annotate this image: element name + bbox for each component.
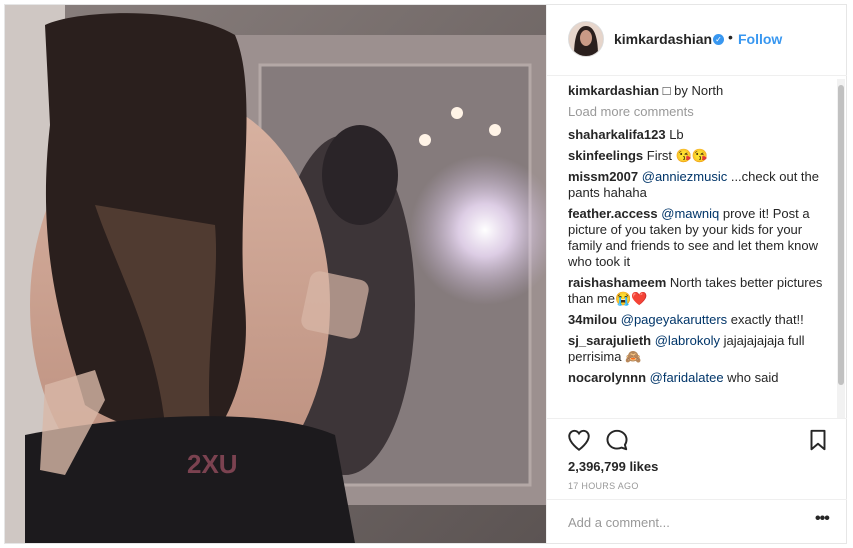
comment-username[interactable]: feather.access [568,206,658,221]
comment-username[interactable]: skinfeelings [568,148,643,163]
comment-item: sj_sarajulieth @labrokoly jajajajajaja f… [568,333,832,365]
post-header: kimkardashian ✓ • Follow [547,5,847,76]
comment-username[interactable]: missm2007 [568,169,638,184]
comment-mention[interactable]: @labrokoly [655,333,720,348]
avatar-image [569,22,603,56]
comment-username[interactable]: sj_sarajulieth [568,333,651,348]
header-username[interactable]: kimkardashian [614,31,712,47]
comment-item: missm2007 @anniezmusic ...check out the … [568,169,832,201]
post-sidebar: kimkardashian ✓ • Follow kimkardashian □… [546,5,847,543]
comment-text: First 😘😘 [646,148,709,163]
comment-icon[interactable] [604,427,630,453]
likes-count[interactable]: 2,396,799 likes [568,459,658,474]
comment-text: exactly that!! [730,312,804,327]
waistband-logo: 2XU [187,449,238,479]
post-timestamp[interactable]: 17 HOURS AGO [568,481,639,491]
more-icon[interactable]: ••• [815,510,830,528]
comments-scrollbar[interactable] [837,79,845,419]
post-frame: 2XU kimkardashian ✓ • Follow kimkardashi… [4,4,847,544]
comment-username[interactable]: raishashameem [568,275,666,290]
add-comment-bar: Add a comment... ••• [547,499,847,544]
comments-list: kimkardashian □ by North Load more comme… [568,83,832,415]
comment-item: nocarolynnn @faridalatee who said [568,370,832,386]
comment-mention[interactable]: @pageyakarutters [621,312,727,327]
post-image[interactable]: 2XU [5,5,546,543]
separator-dot: • [728,29,733,45]
comment-item: raishashameem North takes better picture… [568,275,832,307]
load-more-comments-button[interactable]: Load more comments [568,104,832,120]
follow-button[interactable]: Follow [738,31,782,47]
comment-item: shaharkalifa123 Lb [568,127,832,143]
comment-item: skinfeelings First 😘😘 [568,148,832,164]
comment-item: 34milou @pageyakarutters exactly that!! [568,312,832,328]
comment-username[interactable]: shaharkalifa123 [568,127,666,142]
heart-icon[interactable] [566,427,592,453]
comment-item: feather.access @mawniq prove it! Post a … [568,206,832,270]
comment-mention[interactable]: @anniezmusic [642,169,727,184]
caption: kimkardashian □ by North [568,83,832,99]
avatar[interactable] [568,21,604,57]
scrollbar-thumb[interactable] [838,85,844,385]
verified-icon: ✓ [713,34,724,45]
add-comment-input[interactable]: Add a comment... [568,515,670,530]
comment-text: who said [727,370,779,385]
comment-username[interactable]: nocarolynnn [568,370,646,385]
caption-username[interactable]: kimkardashian [568,83,659,98]
bookmark-icon[interactable] [805,427,831,453]
post-photo-illustration: 2XU [5,5,546,543]
comment-mention[interactable]: @faridalatee [650,370,724,385]
caption-text: □ by North [662,83,724,98]
comment-username[interactable]: 34milou [568,312,617,327]
comment-text: Lb [669,127,684,142]
comment-mention[interactable]: @mawniq [661,206,719,221]
